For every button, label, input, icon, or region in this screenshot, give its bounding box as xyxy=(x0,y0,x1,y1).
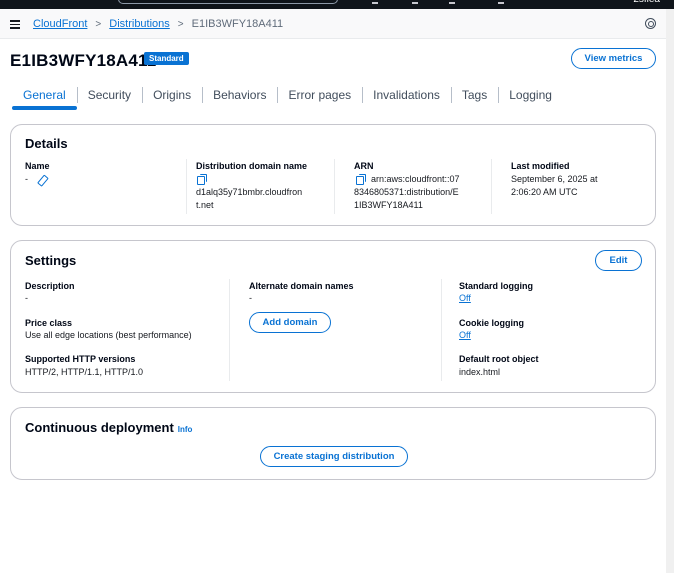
breadcrumb-bar: CloudFront > Distributions > E1IB3WFY18A… xyxy=(0,9,666,39)
settings-top-icon[interactable] xyxy=(449,2,455,4)
standard-logging-value[interactable]: Off xyxy=(459,293,471,303)
breadcrumb-distributions[interactable]: Distributions xyxy=(109,18,170,30)
notification-icon[interactable] xyxy=(372,2,378,4)
column-divider xyxy=(491,159,492,214)
page-title: E1IB3WFY18A411 xyxy=(10,51,157,70)
name-label: Name xyxy=(25,161,50,171)
alternate-domains-value: - xyxy=(249,293,252,303)
tab-origins[interactable]: Origins xyxy=(142,84,202,108)
breadcrumb-separator: > xyxy=(177,18,184,30)
price-class-value: Use all edge locations (best performance… xyxy=(25,330,192,340)
info-link[interactable]: Info xyxy=(178,425,193,434)
region-icon[interactable] xyxy=(498,2,504,4)
status-badge: Standard xyxy=(144,52,189,65)
name-value: - xyxy=(25,174,28,184)
tab-error-pages[interactable]: Error pages xyxy=(277,84,362,108)
breadcrumb-cloudfront[interactable]: CloudFront xyxy=(33,18,87,30)
column-divider xyxy=(229,279,230,381)
help-icon[interactable] xyxy=(412,2,418,4)
tab-behaviors[interactable]: Behaviors xyxy=(202,84,277,108)
tab-bar: General Security Origins Behaviors Error… xyxy=(12,84,563,110)
edit-settings-button[interactable]: Edit xyxy=(595,250,642,271)
arn-label: ARN xyxy=(354,161,374,171)
continuous-deployment-card: Continuous deployment Info Create staging… xyxy=(10,407,656,480)
user-menu[interactable]: 2sflea xyxy=(633,0,660,5)
column-divider xyxy=(441,279,442,381)
create-staging-distribution-button[interactable]: Create staging distribution xyxy=(260,446,408,467)
tab-general[interactable]: General xyxy=(12,84,77,110)
details-card: Details Name - Distribution domain name … xyxy=(10,124,656,226)
tab-tags[interactable]: Tags xyxy=(450,84,498,108)
http-versions-value: HTTP/2, HTTP/1.1, HTTP/1.0 xyxy=(25,367,144,377)
continuous-deployment-heading: Continuous deployment xyxy=(25,420,174,435)
edit-name-icon[interactable] xyxy=(37,175,47,185)
tab-invalidations[interactable]: Invalidations xyxy=(362,84,451,108)
http-versions-label: Supported HTTP versions xyxy=(25,354,136,364)
default-root-object-value: index.html xyxy=(459,367,501,377)
column-divider xyxy=(334,159,335,214)
domain-label: Distribution domain name xyxy=(196,161,308,171)
arn-value-line2: 8346805371:distribution/E xyxy=(354,187,459,197)
price-class-label: Price class xyxy=(25,318,73,328)
copy-arn-icon[interactable] xyxy=(356,174,366,185)
breadcrumb-separator: > xyxy=(95,18,102,30)
arn-value-line3: 1IB3WFY18A411 xyxy=(354,200,423,210)
cookie-logging-value[interactable]: Off xyxy=(459,330,471,340)
column-divider xyxy=(186,159,187,214)
description-label: Description xyxy=(25,281,75,291)
cookie-logging-label: Cookie logging xyxy=(459,318,524,328)
tab-security[interactable]: Security xyxy=(76,84,142,108)
standard-logging-label: Standard logging xyxy=(459,281,533,291)
settings-title: Settings xyxy=(25,253,77,268)
alternate-domains-label: Alternate domain names xyxy=(249,281,354,291)
top-navigation-bar: 2sflea xyxy=(0,0,674,9)
continuous-deployment-title: Continuous deployment Info xyxy=(25,420,192,435)
view-metrics-button[interactable]: View metrics xyxy=(571,48,656,69)
domain-value-line2: t.net xyxy=(196,200,214,210)
settings-icon[interactable] xyxy=(645,18,656,29)
copy-domain-icon[interactable] xyxy=(197,174,207,185)
settings-card: Settings Edit Description - Price class … xyxy=(10,240,656,393)
add-domain-button[interactable]: Add domain xyxy=(249,312,331,333)
details-title: Details xyxy=(25,136,68,151)
scrollbar[interactable] xyxy=(666,9,674,573)
breadcrumb: CloudFront > Distributions > E1IB3WFY18A… xyxy=(33,18,283,30)
domain-value-line1: d1alq35y71bmbr.cloudfron xyxy=(196,187,303,197)
breadcrumb-current: E1IB3WFY18A411 xyxy=(191,18,284,30)
menu-icon[interactable] xyxy=(10,20,20,29)
modified-label: Last modified xyxy=(511,161,570,171)
tab-logging[interactable]: Logging xyxy=(498,84,563,108)
modified-value-line2: 2:06:20 AM UTC xyxy=(511,187,578,197)
modified-value-line1: September 6, 2025 at xyxy=(511,174,598,184)
global-search-input[interactable] xyxy=(118,0,338,4)
default-root-object-label: Default root object xyxy=(459,354,539,364)
description-value: - xyxy=(25,293,28,303)
arn-value-line1: arn:aws:cloudfront::07 xyxy=(371,174,460,184)
